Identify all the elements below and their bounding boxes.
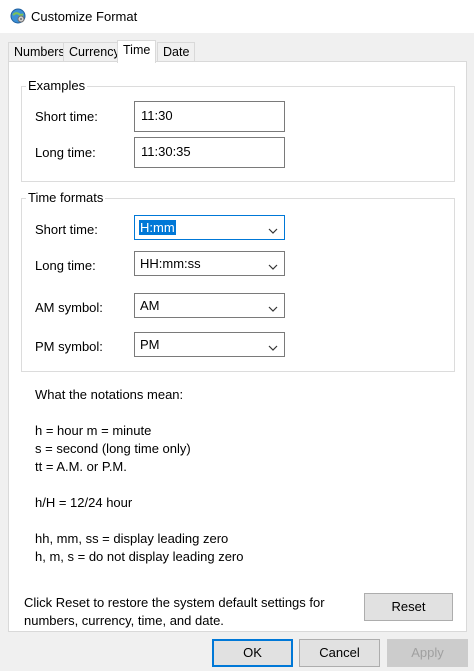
notation-line: hh, mm, ss = display leading zero [35, 531, 229, 546]
long-time-value: HH:mm:ss [140, 256, 201, 271]
tab-date[interactable]: Date [157, 42, 196, 62]
notations-heading: What the notations mean: [35, 387, 184, 402]
long-time-label: Long time: [35, 258, 96, 273]
tab-numbers[interactable]: Numbers [8, 42, 71, 62]
title-bar: Customize Format [0, 0, 474, 33]
time-formats-group: Time formats Short time: H:mm Long time:… [21, 190, 455, 372]
reset-description: numbers, currency, time, and date. [24, 613, 224, 628]
pm-symbol-select[interactable]: PM [134, 332, 285, 357]
notation-line: h, m, s = do not display leading zero [35, 549, 244, 564]
notation-line: tt = A.M. or P.M. [35, 459, 127, 474]
ok-button[interactable]: OK [212, 639, 293, 667]
cancel-button[interactable]: Cancel [299, 639, 380, 667]
am-symbol-value: AM [140, 298, 160, 313]
tab-panel-time: Examples Short time: 11:30 Long time: 11… [8, 61, 467, 632]
examples-long-time-field: 11:30:35 [134, 137, 285, 168]
apply-button[interactable]: Apply [387, 639, 468, 667]
examples-short-time-label: Short time: [35, 109, 98, 124]
am-symbol-label: AM symbol: [35, 300, 103, 315]
pm-symbol-label: PM symbol: [35, 339, 103, 354]
notation-line: h/H = 12/24 hour [35, 495, 133, 510]
tab-time[interactable]: Time [117, 40, 157, 63]
time-formats-legend: Time formats [26, 190, 106, 205]
examples-group: Examples Short time: 11:30 Long time: 11… [21, 78, 455, 182]
reset-description: Click Reset to restore the system defaul… [24, 595, 325, 610]
am-symbol-select[interactable]: AM [134, 293, 285, 318]
examples-legend: Examples [26, 78, 88, 93]
long-time-select[interactable]: HH:mm:ss [134, 251, 285, 276]
globe-gear-icon [10, 8, 26, 24]
chevron-down-icon [268, 340, 278, 351]
notation-line: h = hour m = minute [35, 423, 152, 438]
short-time-label: Short time: [35, 222, 98, 237]
short-time-select[interactable]: H:mm [134, 215, 285, 240]
chevron-down-icon [268, 301, 278, 312]
reset-button[interactable]: Reset [364, 593, 453, 621]
window-title: Customize Format [31, 9, 138, 24]
examples-long-time-label: Long time: [35, 145, 96, 160]
examples-short-time-field: 11:30 [134, 101, 285, 132]
tab-strip: Numbers Currency Time Date [8, 40, 468, 63]
chevron-down-icon [268, 223, 278, 234]
pm-symbol-value: PM [140, 337, 160, 352]
chevron-down-icon [268, 259, 278, 270]
short-time-value: H:mm [139, 220, 176, 235]
notation-line: s = second (long time only) [35, 441, 191, 456]
